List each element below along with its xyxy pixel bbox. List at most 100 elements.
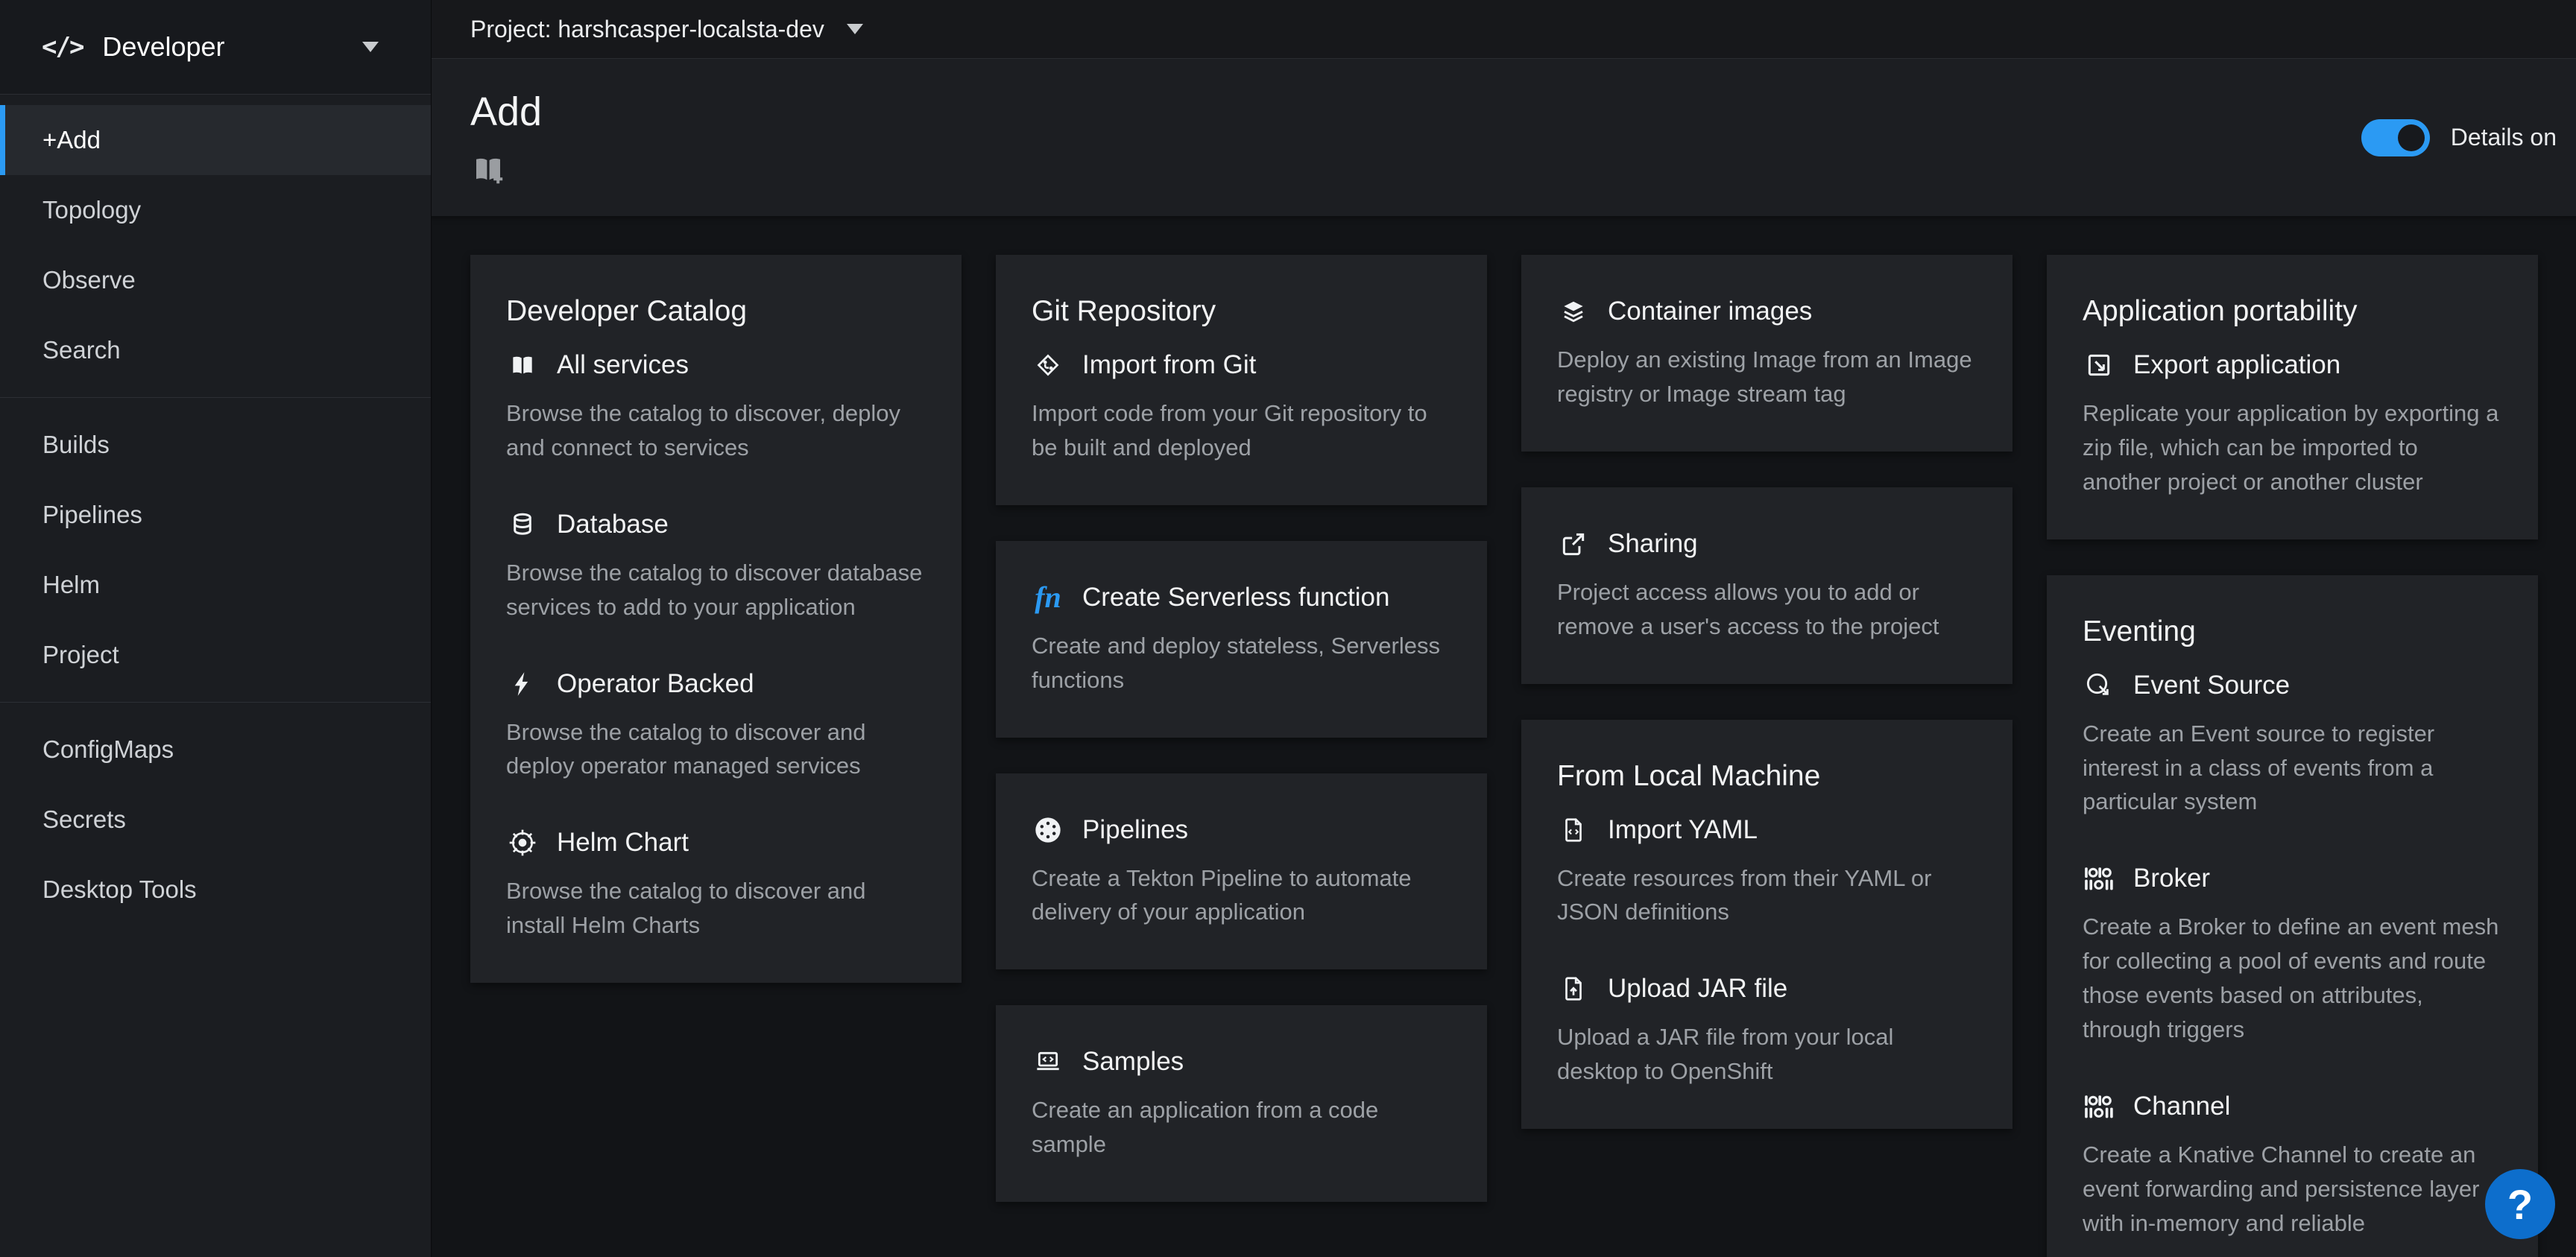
card-item-list: All services Browse the catalog to discov…	[506, 349, 926, 943]
card-title: Git Repository	[1032, 295, 1451, 328]
add-action-link-sharing[interactable]: Sharing	[1557, 528, 1977, 560]
book-plus-icon[interactable]	[470, 151, 506, 191]
card-grid: Developer CatalogAll servicesBrowse the …	[432, 216, 2576, 1257]
add-action-link-database[interactable]: Database	[506, 508, 926, 541]
question-mark-icon: ?	[2507, 1180, 2533, 1229]
card-developer-catalog: Developer CatalogAll servicesBrowse the …	[470, 255, 962, 983]
card-item-list: Container imagesDeploy an existing Image…	[1557, 295, 1977, 411]
project-selector[interactable]: Project: harshcasper-localsta-dev	[470, 16, 863, 43]
action-description: Create a Tekton Pipeline to automate del…	[1032, 861, 1451, 930]
main-area: Project: harshcasper-localsta-dev Add	[432, 0, 2576, 1257]
action-label: Create Serverless function	[1082, 583, 1389, 612]
channel-icon	[2083, 1090, 2115, 1123]
layers-icon	[1557, 295, 1590, 328]
add-action-link-samples[interactable]: Samples	[1032, 1045, 1451, 1078]
topbar: Project: harshcasper-localsta-dev	[432, 0, 2576, 59]
sidebar-nav: +AddTopologyObserveSearch BuildsPipelines…	[0, 95, 431, 925]
sidebar-item-pipelines[interactable]: Pipelines	[0, 480, 431, 550]
details-toggle-label: Details on	[2451, 124, 2557, 151]
card-column: Container imagesDeploy an existing Image…	[1521, 255, 2012, 1257]
chevron-down-icon	[847, 24, 863, 34]
action-label: Helm Chart	[557, 828, 689, 858]
add-action-sharing: SharingProject access allows you to add …	[1557, 528, 1977, 644]
card-item-list: fnCreate Serverless function Create and d…	[1032, 581, 1451, 697]
broker-icon	[2083, 862, 2115, 895]
add-action-pipelines: Pipelines Create a Tekton Pipeline to aut…	[1032, 814, 1451, 930]
details-toggle-group: Details on	[2361, 119, 2557, 156]
card-create-serverless-function: fnCreate Serverless function Create and d…	[996, 541, 1487, 738]
action-description: Browse the catalog to discover and insta…	[506, 874, 926, 943]
add-action-link-helm-chart[interactable]: Helm Chart	[506, 826, 926, 859]
pipelines-icon	[1032, 814, 1064, 846]
details-toggle[interactable]	[2361, 119, 2430, 156]
add-action-link-pipelines[interactable]: Pipelines	[1032, 814, 1451, 846]
sidebar-item-helm[interactable]: Helm	[0, 550, 431, 620]
card-title: Application portability	[2083, 295, 2502, 328]
card-item-list: Import from Git Import code from your Git…	[1032, 349, 1451, 465]
action-description: Create resources from their YAML or JSON…	[1557, 861, 1977, 930]
add-action-upload-jar-file: Upload JAR fileUpload a JAR file from yo…	[1557, 972, 1977, 1089]
card-pipelines: Pipelines Create a Tekton Pipeline to aut…	[996, 773, 1487, 970]
card-samples: Samples Create an application from a code…	[996, 1005, 1487, 1202]
add-action-link-import-from-git[interactable]: Import from Git	[1032, 349, 1451, 381]
sidebar: </> Developer +AddTopologyObserveSearch B…	[0, 0, 432, 1257]
card-column: Git Repository Import from Git Import code…	[996, 255, 1487, 1257]
action-label: Sharing	[1608, 529, 1698, 559]
add-action-import-yaml: Import YAML Create resources from their Y…	[1557, 814, 1977, 930]
sidebar-item-search[interactable]: Search	[0, 315, 431, 385]
add-action-link-export-application[interactable]: Export application	[2083, 349, 2502, 381]
card-column: Application portability Export applicatio…	[2047, 255, 2538, 1257]
action-description: Create an application from a code sample	[1032, 1093, 1451, 1162]
sidebar-item-observe[interactable]: Observe	[0, 245, 431, 315]
sidebar-item-project[interactable]: Project	[0, 620, 431, 690]
action-label: Import from Git	[1082, 350, 1256, 380]
add-action-link-container-images[interactable]: Container images	[1557, 295, 1977, 328]
action-description: Create a Knative Channel to create an ev…	[2083, 1138, 2502, 1241]
sidebar-item-configmaps[interactable]: ConfigMaps	[0, 715, 431, 785]
sidebar-item-topology[interactable]: Topology	[0, 175, 431, 245]
add-action-import-from-git: Import from Git Import code from your Git…	[1032, 349, 1451, 465]
samples-icon	[1032, 1045, 1064, 1078]
help-button[interactable]: ?	[2485, 1169, 2555, 1239]
action-label: Broker	[2133, 864, 2210, 893]
sidebar-item-add[interactable]: +Add	[0, 105, 431, 175]
add-action-link-import-yaml[interactable]: Import YAML	[1557, 814, 1977, 846]
add-action-database: DatabaseBrowse the catalog to discover d…	[506, 508, 926, 624]
project-selector-label: Project: harshcasper-localsta-dev	[470, 16, 824, 43]
sidebar-item-desktop-tools[interactable]: Desktop Tools	[0, 855, 431, 925]
bolt-icon	[506, 668, 539, 700]
helm-icon	[506, 826, 539, 859]
add-action-operator-backed: Operator BackedBrowse the catalog to dis…	[506, 668, 926, 784]
action-description: Import code from your Git repository to …	[1032, 396, 1451, 465]
sidebar-item-secrets[interactable]: Secrets	[0, 785, 431, 855]
add-action-broker: BrokerCreate a Broker to define an event…	[2083, 862, 2502, 1047]
book-icon	[506, 349, 539, 381]
sidebar-item-builds[interactable]: Builds	[0, 410, 431, 480]
add-action-link-event-source[interactable]: Event Source	[2083, 669, 2502, 702]
action-description: Create and deploy stateless, Serverless …	[1032, 629, 1451, 697]
card-item-list: Event Source Create an Event source to re…	[2083, 669, 2502, 1241]
add-action-link-channel[interactable]: Channel	[2083, 1090, 2502, 1123]
add-action-link-operator-backed[interactable]: Operator Backed	[506, 668, 926, 700]
page-title: Add	[470, 89, 2576, 135]
add-action-link-upload-jar-file[interactable]: Upload JAR file	[1557, 972, 1977, 1005]
action-description: Replicate your application by exporting …	[2083, 396, 2502, 499]
add-action-link-broker[interactable]: Broker	[2083, 862, 2502, 895]
perspective-switcher[interactable]: </> Developer	[0, 0, 431, 95]
action-label: Samples	[1082, 1047, 1184, 1077]
card-sharing: SharingProject access allows you to add …	[1521, 487, 2012, 684]
toggle-knob	[2398, 124, 2425, 151]
add-action-all-services: All servicesBrowse the catalog to discov…	[506, 349, 926, 465]
add-action-link-all-services[interactable]: All services	[506, 349, 926, 381]
card-item-list: Samples Create an application from a code…	[1032, 1045, 1451, 1162]
card-git-repository: Git Repository Import from Git Import code…	[996, 255, 1487, 505]
add-page-content: Developer CatalogAll servicesBrowse the …	[432, 216, 2576, 1257]
add-action-samples: Samples Create an application from a code…	[1032, 1045, 1451, 1162]
add-action-link-create-serverless-function[interactable]: fnCreate Serverless function	[1032, 581, 1451, 614]
action-description: Create an Event source to register inter…	[2083, 717, 2502, 820]
card-column: Developer CatalogAll servicesBrowse the …	[470, 255, 962, 1257]
database-icon	[506, 508, 539, 541]
action-label: Import YAML	[1608, 815, 1758, 845]
add-action-export-application: Export application Replicate your applica…	[2083, 349, 2502, 499]
add-action-helm-chart: Helm Chart Browse the catalog to discover…	[506, 826, 926, 943]
